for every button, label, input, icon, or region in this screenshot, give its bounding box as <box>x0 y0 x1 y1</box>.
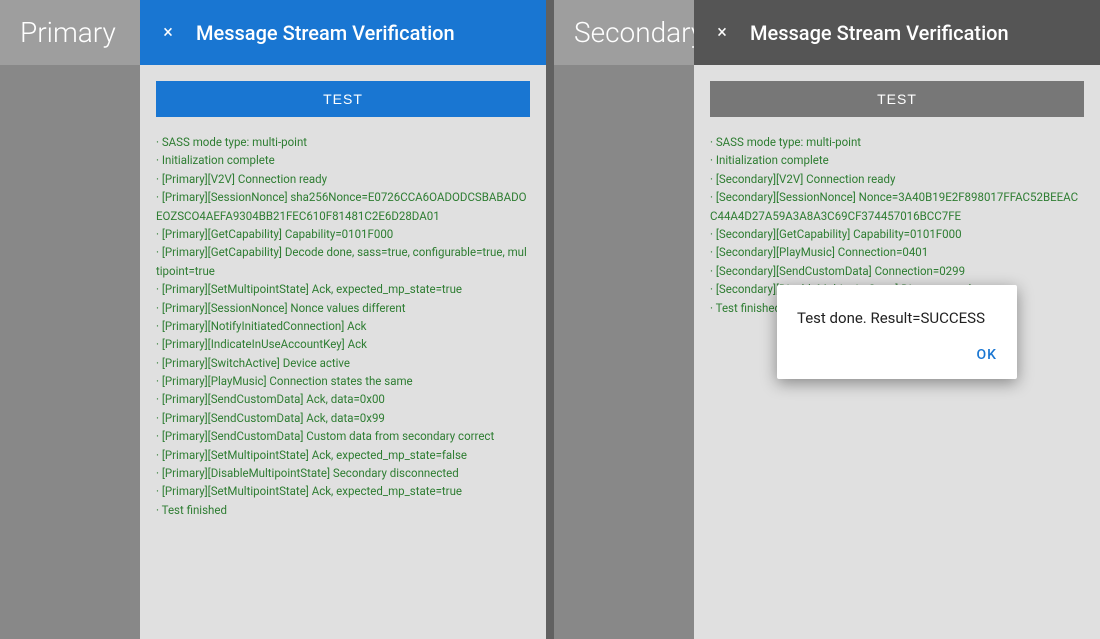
primary-dialog-body: TEST · SASS mode type: multi-point · Ini… <box>140 65 546 639</box>
result-ok-button-container: OK <box>797 347 997 363</box>
primary-dialog-container: × Message Stream Verification TEST · SAS… <box>140 0 546 639</box>
secondary-panel-label: Secondary <box>554 0 694 639</box>
secondary-dialog-title: Message Stream Verification <box>750 21 1009 45</box>
secondary-label-text: Secondary <box>574 16 704 49</box>
secondary-dialog-container: × Message Stream Verification TEST · SAS… <box>694 0 1100 639</box>
secondary-label: Secondary <box>554 0 694 65</box>
primary-panel-label: Primary <box>0 0 140 639</box>
result-ok-button[interactable]: OK <box>977 347 998 363</box>
result-dialog: Test done. Result=SUCCESS OK <box>777 285 1017 379</box>
primary-dialog-header: × Message Stream Verification <box>140 0 546 65</box>
secondary-dialog-header: × Message Stream Verification <box>694 0 1100 65</box>
primary-test-button[interactable]: TEST <box>156 81 530 117</box>
panel-divider <box>546 0 554 639</box>
primary-dialog-title: Message Stream Verification <box>196 21 455 45</box>
secondary-close-button[interactable]: × <box>710 21 734 45</box>
primary-log-text: · SASS mode type: multi-point · Initiali… <box>156 133 530 519</box>
secondary-test-button: TEST <box>710 81 1084 117</box>
primary-close-button[interactable]: × <box>156 21 180 45</box>
result-text: Test done. Result=SUCCESS <box>797 309 997 327</box>
primary-label-text: Primary <box>20 16 116 49</box>
primary-label: Primary <box>0 0 140 65</box>
